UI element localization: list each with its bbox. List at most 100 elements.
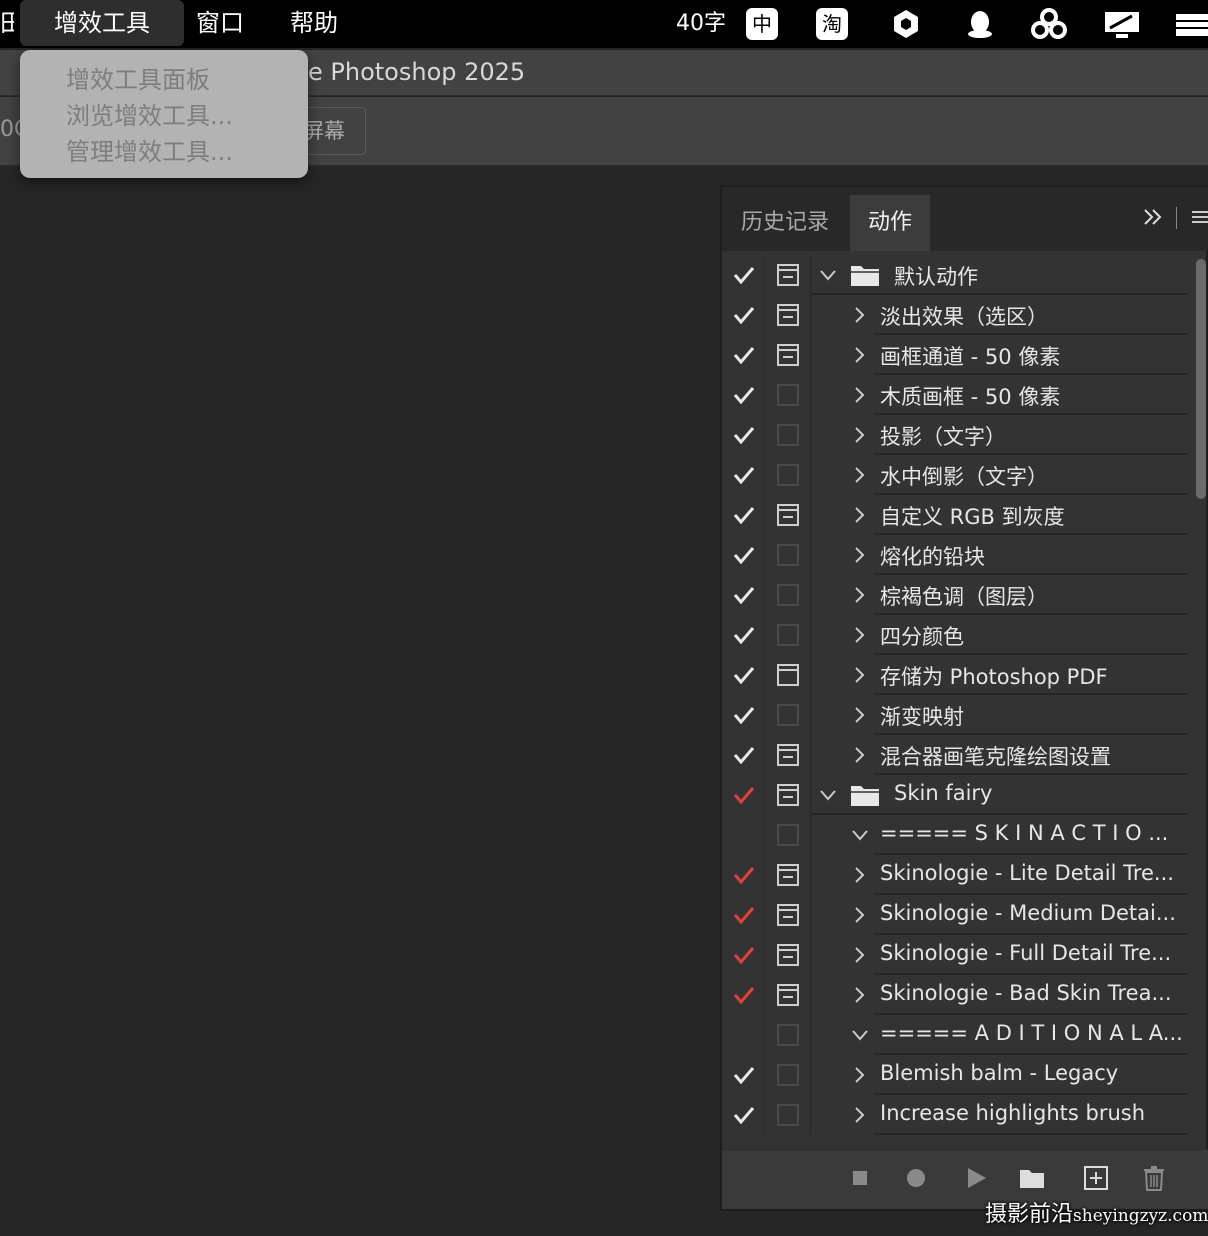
play-icon[interactable] <box>962 1164 990 1192</box>
toggle-check-icon[interactable] <box>732 303 756 327</box>
chevron-right-icon[interactable] <box>850 385 870 405</box>
action-row[interactable]: 四分颜色 <box>722 615 1194 655</box>
chevron-down-icon[interactable] <box>850 825 870 845</box>
dialog-toggle-icon[interactable] <box>776 943 800 967</box>
chevron-right-icon[interactable] <box>850 865 870 885</box>
toggle-check-icon[interactable] <box>732 623 756 647</box>
record-icon[interactable] <box>902 1164 930 1192</box>
chevron-right-icon[interactable] <box>850 625 870 645</box>
dialog-toggle-icon[interactable] <box>776 503 800 527</box>
dialog-toggle-icon[interactable] <box>776 663 800 687</box>
action-row[interactable]: ===== S K I N A C T I O ... <box>722 815 1194 855</box>
chevron-down-icon[interactable] <box>818 785 838 805</box>
action-row[interactable]: Skinologie - Lite Detail Tre... <box>722 855 1194 895</box>
action-row[interactable]: 画框通道 - 50 像素 <box>722 335 1194 375</box>
dialog-toggle-icon[interactable] <box>776 743 800 767</box>
menu-window[interactable]: 窗口 <box>196 0 244 46</box>
new-set-folder-icon[interactable] <box>1018 1164 1046 1192</box>
chevron-right-icon[interactable] <box>850 545 870 565</box>
dialog-toggle-icon[interactable] <box>776 863 800 887</box>
chevron-right-icon[interactable] <box>850 905 870 925</box>
toggle-check-icon[interactable] <box>732 743 756 767</box>
toggle-check-icon[interactable] <box>732 823 756 847</box>
action-row[interactable]: 淡出效果（选区） <box>722 295 1194 335</box>
baidu-cloud-icon[interactable] <box>1030 8 1068 40</box>
dialog-toggle-icon[interactable] <box>776 903 800 927</box>
chevron-right-icon[interactable] <box>850 585 870 605</box>
dialog-toggle-icon[interactable] <box>776 823 800 847</box>
tab-actions[interactable]: 动作 <box>850 195 930 251</box>
dialog-toggle-icon[interactable] <box>776 543 800 567</box>
delete-trash-icon[interactable] <box>1140 1164 1168 1192</box>
menu-help[interactable]: 帮助 <box>290 0 338 46</box>
stop-icon[interactable] <box>846 1164 874 1192</box>
toggle-check-icon[interactable] <box>732 263 756 287</box>
action-row[interactable]: ===== A D I T I O N A L A... <box>722 1015 1194 1055</box>
chevron-down-icon[interactable] <box>818 265 838 285</box>
dialog-toggle-icon[interactable] <box>776 983 800 1007</box>
dialog-toggle-icon[interactable] <box>776 1103 800 1127</box>
tab-history[interactable]: 历史记录 <box>722 195 848 251</box>
chevron-right-icon[interactable] <box>850 305 870 325</box>
menu-item-manage-plugins[interactable]: 管理增效工具... <box>66 132 233 167</box>
action-set-row[interactable]: Skin fairy <box>722 775 1194 815</box>
dialog-toggle-icon[interactable] <box>776 423 800 447</box>
toggle-check-icon[interactable] <box>732 423 756 447</box>
toggle-check-icon[interactable] <box>732 863 756 887</box>
dialog-toggle-icon[interactable] <box>776 783 800 807</box>
list-scrollbar[interactable] <box>1196 259 1206 499</box>
chevron-right-icon[interactable] <box>850 1105 870 1125</box>
action-set-row[interactable]: 默认动作 <box>722 255 1194 295</box>
chevron-right-icon[interactable] <box>850 465 870 485</box>
action-row[interactable]: 自定义 RGB 到灰度 <box>722 495 1194 535</box>
hexagon-icon[interactable] <box>890 8 922 40</box>
taobao-icon[interactable]: 淘 <box>816 8 848 40</box>
menu-plugins[interactable]: 增效工具 <box>20 0 184 46</box>
chevron-right-icon[interactable] <box>850 745 870 765</box>
chevron-right-icon[interactable] <box>850 1065 870 1085</box>
menu-item-browse-plugins[interactable]: 浏览增效工具... <box>66 96 233 131</box>
action-row[interactable]: 木质画框 - 50 像素 <box>722 375 1194 415</box>
keyboard-icon[interactable] <box>1174 8 1208 40</box>
toggle-check-icon[interactable] <box>732 943 756 967</box>
toggle-check-icon[interactable] <box>732 343 756 367</box>
chevron-right-icon[interactable] <box>850 705 870 725</box>
toggle-check-icon[interactable] <box>732 503 756 527</box>
toggle-check-icon[interactable] <box>732 1063 756 1087</box>
toggle-check-icon[interactable] <box>732 783 756 807</box>
chevron-down-icon[interactable] <box>850 1025 870 1045</box>
chevron-right-icon[interactable] <box>850 425 870 445</box>
dialog-toggle-icon[interactable] <box>776 1063 800 1087</box>
action-row[interactable]: 棕褐色调（图层） <box>722 575 1194 615</box>
toggle-check-icon[interactable] <box>732 383 756 407</box>
action-row[interactable]: 水中倒影（文字） <box>722 455 1194 495</box>
action-row[interactable]: 混合器画笔克隆绘图设置 <box>722 735 1194 775</box>
action-row[interactable]: 渐变映射 <box>722 695 1194 735</box>
toggle-check-icon[interactable] <box>732 543 756 567</box>
display-icon[interactable] <box>1102 8 1142 40</box>
dialog-toggle-icon[interactable] <box>776 303 800 327</box>
action-row[interactable]: 存储为 Photoshop PDF <box>722 655 1194 695</box>
action-row[interactable]: Increase highlights brush <box>722 1095 1194 1135</box>
dialog-toggle-icon[interactable] <box>776 263 800 287</box>
toggle-check-icon[interactable] <box>732 703 756 727</box>
dialog-toggle-icon[interactable] <box>776 583 800 607</box>
action-row[interactable]: Skinologie - Medium Detai... <box>722 895 1194 935</box>
chevron-right-icon[interactable] <box>850 505 870 525</box>
qq-penguin-icon[interactable] <box>964 8 996 40</box>
toggle-check-icon[interactable] <box>732 983 756 1007</box>
toggle-check-icon[interactable] <box>732 663 756 687</box>
toggle-check-icon[interactable] <box>732 583 756 607</box>
dialog-toggle-icon[interactable] <box>776 1023 800 1047</box>
chevron-right-icon[interactable] <box>850 985 870 1005</box>
toggle-check-icon[interactable] <box>732 1103 756 1127</box>
action-row[interactable]: 熔化的铅块 <box>722 535 1194 575</box>
menu-item-partial[interactable]: 田 <box>0 0 14 46</box>
toggle-check-icon[interactable] <box>732 1023 756 1047</box>
dialog-toggle-icon[interactable] <box>776 463 800 487</box>
action-row[interactable]: Skinologie - Full Detail Tre... <box>722 935 1194 975</box>
dialog-toggle-icon[interactable] <box>776 623 800 647</box>
dialog-toggle-icon[interactable] <box>776 703 800 727</box>
action-row[interactable]: 投影（文字） <box>722 415 1194 455</box>
toggle-check-icon[interactable] <box>732 903 756 927</box>
